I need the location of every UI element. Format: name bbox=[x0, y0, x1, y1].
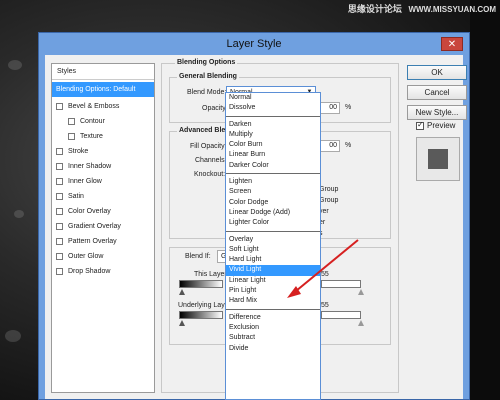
annotation-arrow-line bbox=[295, 239, 359, 292]
annotation-arrow bbox=[287, 239, 359, 298]
